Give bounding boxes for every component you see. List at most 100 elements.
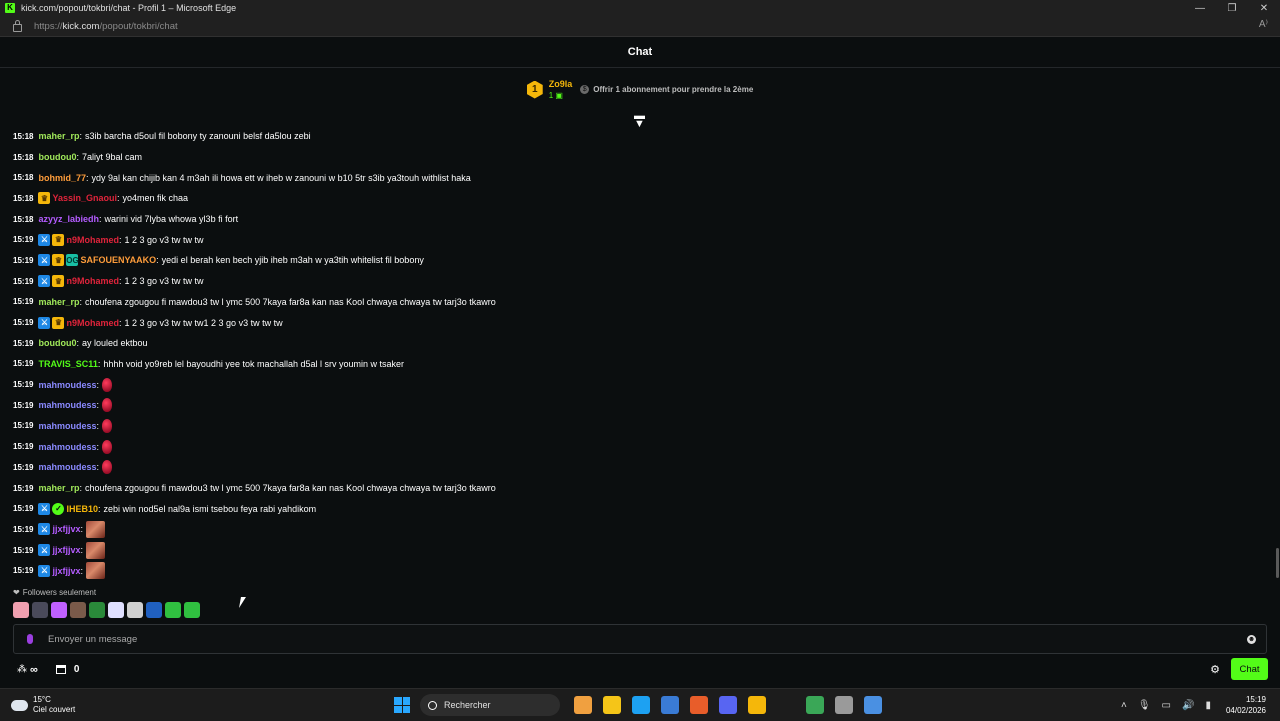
scrollbar-thumb[interactable] [1276, 548, 1279, 578]
taskbar-search[interactable]: Rechercher [420, 694, 560, 716]
taskbar-app-icon[interactable] [863, 696, 882, 714]
message-username[interactable]: jjxfjjvx [52, 566, 80, 576]
weather-widget[interactable]: 15°C Ciel couvert [11, 695, 75, 715]
message-username[interactable]: boudou0 [38, 338, 76, 348]
message-username[interactable]: TRAVIS_SC11 [38, 359, 97, 369]
quick-emote-icon[interactable] [70, 602, 86, 618]
taskbar-app-icon[interactable] [573, 696, 592, 714]
taskbar-app-icon[interactable] [689, 696, 708, 714]
message-username[interactable]: Yassin_Gnaoui [52, 193, 117, 203]
emote-icon[interactable] [102, 460, 113, 475]
message-username[interactable]: mahmoudess [38, 462, 96, 472]
message-username[interactable]: SAFOUENYAAKO [80, 255, 156, 265]
chat-message-list[interactable]: 15:18 maher_rp: s3ib barcha d5oul fil bobo… [13, 126, 1263, 581]
windows-start-icon[interactable] [394, 697, 410, 713]
chat-message[interactable]: 15:19 mahmoudess: [13, 436, 1263, 457]
restore-button[interactable]: ❐ [1216, 0, 1248, 16]
chat-message[interactable]: 15:19 mahmoudess: [13, 374, 1263, 395]
message-username[interactable]: jjxfjjvx [52, 524, 80, 534]
channel-points-icon[interactable]: ⁂ [17, 664, 27, 675]
mod-badge-icon[interactable]: ⚔ [38, 502, 51, 515]
message-username[interactable]: jjxfjjvx [52, 545, 80, 555]
vip-badge-icon[interactable]: ♛ [38, 192, 51, 205]
url-field[interactable]: https://kick.com/popout/tokbri/chat [34, 21, 178, 32]
emote-icon[interactable] [86, 541, 105, 559]
message-username[interactable]: mahmoudess [38, 421, 96, 431]
quick-emote-icon[interactable] [184, 602, 200, 618]
message-input[interactable] [46, 632, 1200, 646]
emote-icon[interactable] [86, 520, 105, 538]
lock-icon[interactable] [13, 20, 22, 32]
mod-badge-icon[interactable]: ⚔ [38, 254, 51, 267]
chat-message[interactable]: 15:19 mahmoudess: [13, 457, 1263, 478]
message-input-box[interactable]: ☻ [13, 624, 1267, 654]
mod-badge-icon[interactable]: ⚔ [38, 233, 51, 246]
chat-message[interactable]: 15:19 mahmoudess: [13, 395, 1263, 416]
chat-message[interactable]: 15:18 maher_rp: s3ib barcha d5oul fil bobo… [13, 126, 1263, 147]
pinned-subscription-banner[interactable]: 1 Zo9la 1 ▣ $ Offrir 1 abonnement pour p… [0, 68, 1280, 111]
microphone-icon[interactable] [27, 634, 33, 644]
chat-message[interactable]: 15:19 ⚔ jjxfjjvx: [13, 560, 1263, 581]
verified-badge-icon[interactable]: ✓ [52, 502, 65, 515]
quick-emote-icon[interactable] [127, 602, 143, 618]
chat-message[interactable]: 15:19 ⚔ jjxfjjvx: [13, 519, 1263, 540]
gift-sub-text[interactable]: Offrir 1 abonnement pour prendre la 2ème [593, 85, 753, 94]
mod-badge-icon[interactable]: ⚔ [38, 316, 51, 329]
chat-message[interactable]: 15:19 boudou0: ay louled ektbou [13, 333, 1263, 354]
message-username[interactable]: mahmoudess [38, 442, 96, 452]
message-username[interactable]: azyyz_labiedh [38, 214, 99, 224]
message-username[interactable]: n9Mohamed [66, 235, 119, 245]
quick-emote-icon[interactable] [108, 602, 124, 618]
chevron-up-icon[interactable]: ˄ [1121, 700, 1127, 711]
taskbar-app-icon[interactable] [631, 696, 650, 714]
message-username[interactable]: IHEB10 [66, 504, 98, 514]
chat-message[interactable]: 15:19 ⚔ ♛ n9Mohamed:1 2 3 go v3 tw tw tw1 2… [13, 312, 1263, 333]
taskbar-app-icon[interactable] [718, 696, 737, 714]
chat-message[interactable]: 15:19 ⚔ jjxfjjvx: [13, 540, 1263, 561]
vip-badge-icon[interactable]: ♛ [52, 233, 65, 246]
chat-message[interactable]: 15:19 ⚔ ♛ n9Mohamed:1 2 3 go v3 tw tw tw [13, 229, 1263, 250]
message-username[interactable]: maher_rp [38, 297, 79, 307]
send-chat-button[interactable]: Chat [1231, 658, 1268, 680]
emoji-picker-icon[interactable]: ☻ [1247, 634, 1256, 644]
mod-badge-icon[interactable]: ⚔ [38, 275, 51, 288]
store-icon[interactable] [55, 665, 66, 674]
pinned-username[interactable]: Zo9la [549, 79, 573, 89]
message-username[interactable]: n9Mohamed [66, 276, 119, 286]
taskbar-app-icon[interactable] [776, 696, 795, 714]
chat-message[interactable]: 15:19 ⚔ ♛ n9Mohamed:1 2 3 go v3 tw tw tw [13, 271, 1263, 292]
mod-badge-icon[interactable]: ⚔ [38, 544, 51, 557]
minimize-button[interactable]: — [1184, 0, 1216, 16]
chat-message[interactable]: 15:19 mahmoudess: [13, 416, 1263, 437]
close-button[interactable]: ✕ [1248, 0, 1280, 16]
emote-icon[interactable] [102, 398, 113, 413]
quick-emote-icon[interactable] [146, 602, 162, 618]
chat-message[interactable]: 15:19 maher_rp: choufena zgougou fi mawdou… [13, 478, 1263, 499]
chat-message[interactable]: 15:18 azyyz_labiedh: warini vid 7lyba whow… [13, 209, 1263, 230]
mod-badge-icon[interactable]: ⚔ [38, 523, 51, 536]
emote-icon[interactable] [102, 439, 113, 454]
message-username[interactable]: maher_rp [38, 483, 79, 493]
message-username[interactable]: boudou0 [38, 152, 76, 162]
chat-message[interactable]: 15:19 TRAVIS_SC11: hhhh void yo9reb lel ba… [13, 354, 1263, 375]
system-clock[interactable]: 15:19 04/02/2026 [1226, 694, 1266, 716]
volume-icon[interactable]: 🔊 [1182, 700, 1194, 711]
chat-message[interactable]: 15:19 maher_rp: choufena zgougou fi mawdou… [13, 292, 1263, 313]
read-aloud-icon[interactable]: A⁾ [1259, 19, 1268, 30]
chat-message[interactable]: 15:18 boudou0:7aliyt 9bal cam [13, 147, 1263, 168]
vip-badge-icon[interactable]: ♛ [52, 254, 65, 267]
taskbar-app-icon[interactable] [602, 696, 621, 714]
quick-emote-icon[interactable] [89, 602, 105, 618]
taskbar-app-icon[interactable] [660, 696, 679, 714]
message-username[interactable]: maher_rp [38, 131, 79, 141]
quick-emote-icon[interactable] [51, 602, 67, 618]
taskbar-app-icon[interactable] [834, 696, 853, 714]
message-username[interactable]: n9Mohamed [66, 318, 119, 328]
network-icon[interactable]: ▭ [1162, 700, 1171, 711]
chat-message[interactable]: 15:18 bohmid_77: ydy 9al kan chijib kan 4 … [13, 167, 1263, 188]
emote-icon[interactable] [102, 377, 113, 392]
quick-emote-icon[interactable] [13, 602, 29, 618]
emote-icon[interactable] [102, 418, 113, 433]
message-username[interactable]: mahmoudess [38, 380, 96, 390]
microphone-tray-icon[interactable]: 🎙 [1138, 700, 1151, 711]
